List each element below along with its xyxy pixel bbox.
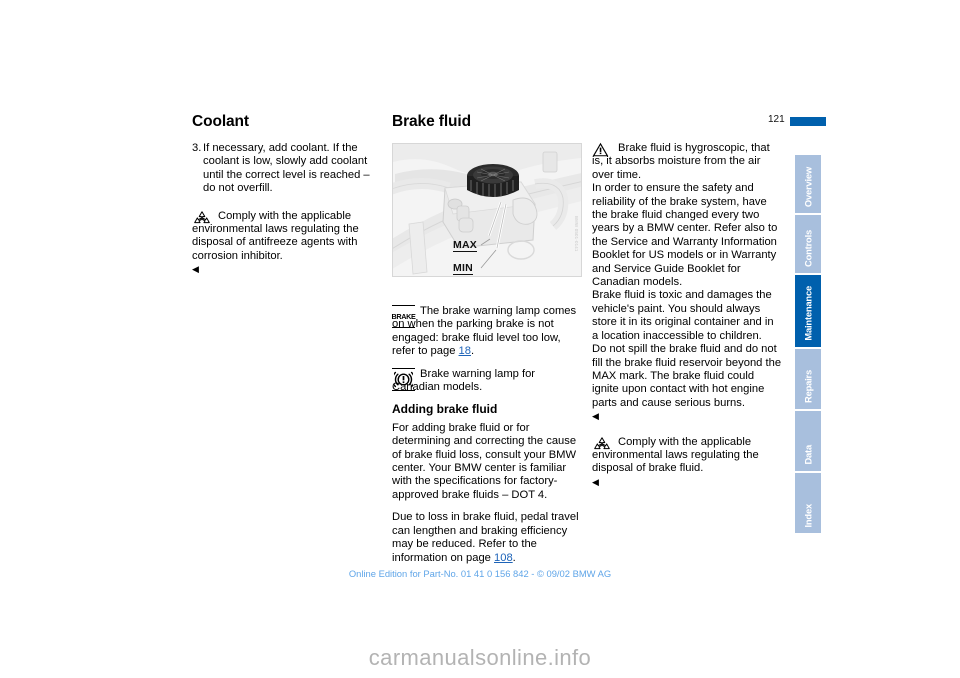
right-text-column: Brake fluid is hygroscopic, that is, it … <box>592 142 782 498</box>
coolant-step-number: 3. <box>192 142 202 154</box>
paragraph-2-text-1: Due to loss in brake fluid, pedal travel… <box>392 511 579 564</box>
recycle-icon <box>192 210 212 231</box>
sidebar-tab-overview[interactable]: Overview <box>795 155 821 213</box>
sidebar-tab-label: Overview <box>802 166 814 207</box>
coolant-note-endmark: ◀ <box>192 264 199 275</box>
figure-label-max: MAX <box>453 239 477 252</box>
sidebar-tab-maintenance[interactable]: Maintenance <box>795 275 821 347</box>
site-watermark: carmanualsonline.info <box>368 645 592 670</box>
subheading-adding-brake-fluid: Adding brake fluid <box>392 402 498 417</box>
page-number-bar-decoration <box>790 117 826 126</box>
canadian-lamp-note-text: Brake warning lamp for Canadian models. <box>392 367 536 394</box>
figure-label-min: MIN <box>453 262 473 275</box>
manual-page: Coolant Brake fluid 121 3. If necessary,… <box>0 0 960 678</box>
canadian-brake-warning-lamp-icon <box>392 367 415 391</box>
sidebar-tab-label: Repairs <box>802 370 814 403</box>
coolant-step-text: If necessary, add coolant. If the coolan… <box>203 142 370 195</box>
brake-lamp-text-2: . <box>471 345 475 358</box>
sidebar-tab-label: Index <box>802 503 814 528</box>
adding-brake-fluid-paragraph-2: Due to loss in brake fluid, pedal travel… <box>392 511 582 565</box>
brake-warning-lamp-note: BRAKE The brake warning lamp comes on wh… <box>391 305 582 359</box>
coolant-environment-note: Comply with the applicable environmental… <box>192 210 380 277</box>
brake-lamp-text-1: The brake warning lamp comes on when the… <box>392 305 577 358</box>
sidebar-tab-index[interactable]: Index <box>795 473 821 533</box>
engine-bay-illustration <box>393 144 581 276</box>
brake-fluid-reservoir-figure: MAX MIN BMW 0501-0141 <box>392 143 582 277</box>
sidebar-tab-data[interactable]: Data <box>795 411 821 471</box>
canadian-brake-warning-lamp-note: Brake warning lamp for Canadian models. <box>392 367 582 395</box>
middle-text-column: BRAKE The brake warning lamp comes on wh… <box>391 305 582 574</box>
adding-brake-fluid-paragraph-1: For adding brake fluid or for determinin… <box>392 421 577 501</box>
brake-lamp-word: BRAKE <box>391 311 416 321</box>
brake-fluid-environment-note: Comply with the applicable environmental… <box>592 436 782 490</box>
page-number: 121 <box>768 114 785 125</box>
page-title-coolant: Coolant <box>192 113 249 130</box>
figure-credit: BMW 0501-0141 <box>574 216 579 252</box>
left-text-column: 3. If necessary, add coolant. If the coo… <box>192 142 380 286</box>
brake-fluid-note-endmark: ◀ <box>592 476 599 487</box>
warning-endmark: ◀ <box>592 411 599 422</box>
brake-fluid-warning-note: Brake fluid is hygroscopic, that is, it … <box>592 142 782 424</box>
page-reference-18[interactable]: 18 <box>459 345 471 357</box>
brake-fluid-warning-text: Brake fluid is hygroscopic, that is, it … <box>592 142 782 422</box>
paragraph-2-text-2: . <box>512 551 516 564</box>
brake-warning-lamp-note-text: The brake warning lamp comes on when the… <box>392 305 582 358</box>
brake-warning-lamp-icon: BRAKE <box>391 305 416 328</box>
section-tab-rail: Overview Controls Maintenance Repairs Data In… <box>795 155 821 535</box>
sidebar-tab-label: Data <box>802 445 814 465</box>
sidebar-tab-label: Controls <box>802 230 814 267</box>
brake-fluid-environment-note-text: Comply with the applicable environmental… <box>592 435 759 487</box>
sidebar-tab-controls[interactable]: Controls <box>795 215 821 273</box>
recycle-icon <box>592 436 612 457</box>
sidebar-tab-label: Maintenance <box>802 286 814 341</box>
sidebar-tab-repairs[interactable]: Repairs <box>795 349 821 409</box>
warning-triangle-icon <box>592 142 609 161</box>
coolant-step-3: 3. If necessary, add coolant. If the coo… <box>192 142 380 196</box>
page-reference-108[interactable]: 108 <box>494 552 513 564</box>
footer-edition-notice: Online Edition for Part-No. 01 41 0 156 … <box>348 568 612 579</box>
page-title-brake-fluid: Brake fluid <box>392 113 472 130</box>
coolant-environment-note-text: Comply with the applicable environmental… <box>192 209 359 275</box>
